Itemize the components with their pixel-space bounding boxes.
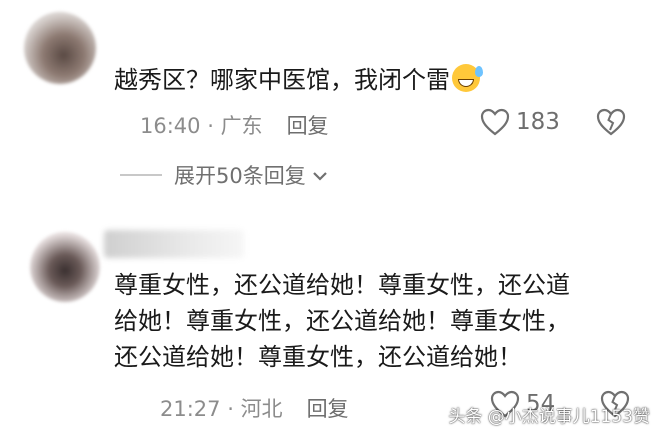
comment-meta: 16:40 · 广东 回复	[140, 110, 329, 140]
comment-text: 尊重女性，还公道给她！尊重女性，还公道 给她！尊重女性，还公道给她！尊重女性， …	[114, 271, 570, 371]
like-button[interactable]: 183	[480, 108, 560, 136]
username-redacted[interactable]	[104, 230, 244, 258]
reply-button[interactable]: 回复	[307, 397, 349, 421]
expand-replies-button[interactable]: 展开50条回复	[120, 160, 328, 190]
reply-button[interactable]: 回复	[287, 114, 329, 138]
avatar[interactable]	[24, 12, 96, 84]
comment-meta: 21:27 · 河北 回复	[160, 393, 349, 423]
sweat-smile-emoji-icon	[452, 64, 483, 92]
expand-replies-label: 展开50条回复	[174, 164, 306, 188]
meta-separator: ·	[200, 114, 221, 138]
divider	[120, 174, 162, 176]
meta-separator: ·	[220, 397, 241, 421]
avatar[interactable]	[30, 232, 100, 302]
dislike-icon[interactable]	[596, 108, 626, 136]
like-count: 183	[516, 109, 560, 135]
watermark: 头条 @小杰说事儿1153赞	[448, 407, 650, 427]
comment-time: 16:40	[140, 114, 201, 138]
heart-icon	[480, 108, 510, 136]
comment-text: 越秀区？哪家中医馆，我闭个雷	[114, 62, 483, 98]
comment-time: 21:27	[160, 397, 221, 421]
comment-location: 河北	[240, 397, 283, 421]
chevron-down-icon	[312, 163, 328, 187]
comment-location: 广东	[220, 114, 263, 138]
